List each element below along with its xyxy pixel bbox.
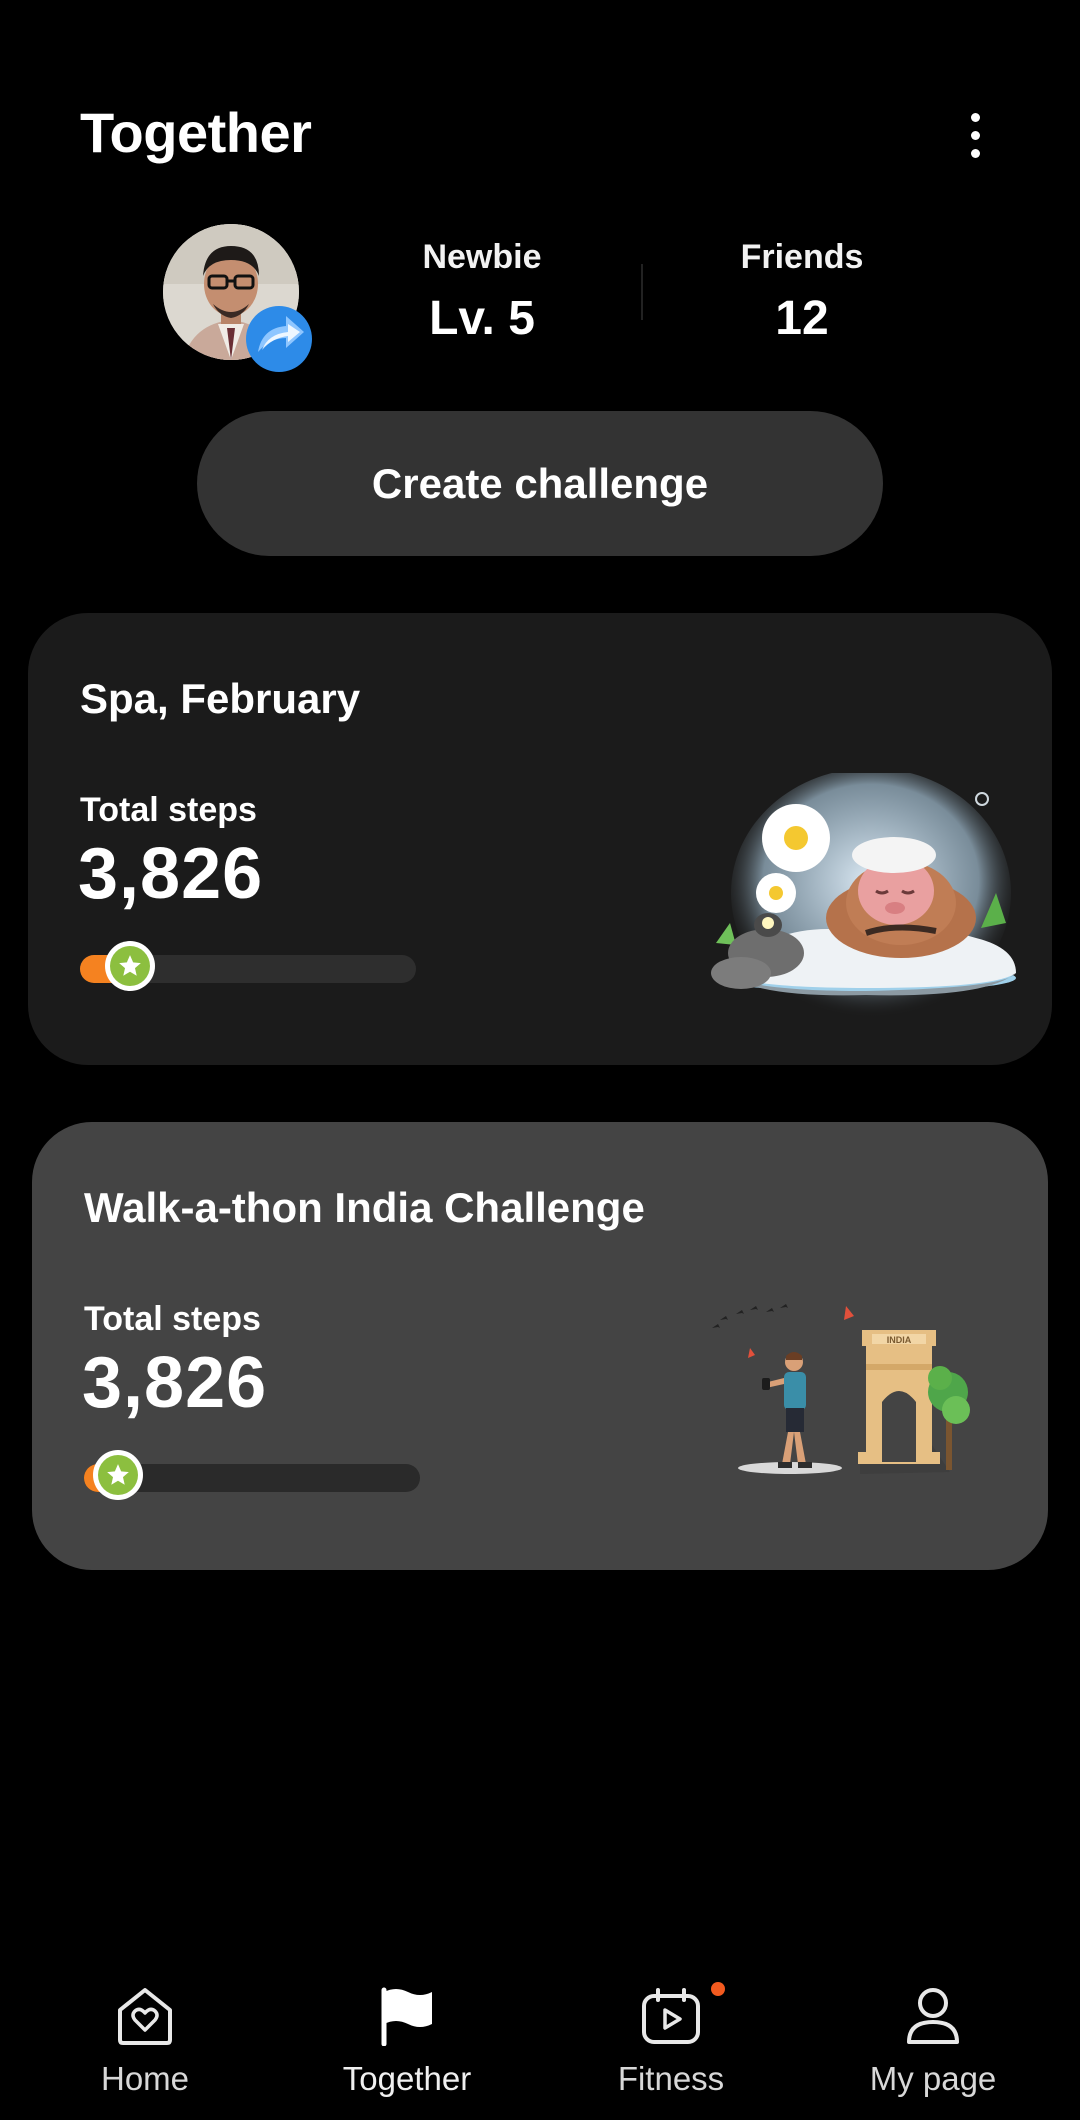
bottom-navigation: Home Together Fitness My page [0,1960,1080,2120]
friends-stat[interactable]: Friends 12 [682,238,922,346]
total-steps-label: Total steps [80,791,257,829]
spa-monkey-illustration [696,768,1036,1033]
star-icon [105,941,155,991]
challenge-title: Walk-a-thon India Challenge [84,1184,645,1231]
india-gate-label: INDIA [887,1335,912,1345]
nav-item-fitness[interactable]: Fitness [551,1980,791,2100]
share-arrow-icon[interactable] [244,304,314,374]
progress-bar [80,941,416,991]
create-challenge-button[interactable]: Create challenge [197,411,883,556]
nav-label-together: Together [342,2060,472,2097]
level-label: Newbie [422,238,542,276]
friends-label: Friends [740,238,864,276]
challenge-title: Spa, February [80,675,361,722]
fitness-play-icon [642,1988,700,2044]
total-steps-value: 3,826 [78,834,264,914]
nav-item-together[interactable]: Together [287,1980,527,2100]
india-gate-illustration: INDIA [690,1292,1010,1492]
nav-item-my-page[interactable]: My page [813,1980,1053,2100]
level-stat: Newbie Lv. 5 [362,238,602,346]
progress-bar [84,1450,420,1500]
nav-label-fitness: Fitness [617,2060,725,2097]
more-options-button[interactable] [940,105,1010,165]
nav-label-home: Home [100,2060,190,2097]
home-heart-icon [118,1988,172,2045]
challenge-card-spa[interactable]: Spa, February Total steps 3,826 [28,613,1052,1065]
page-title: Together [80,101,312,164]
stat-divider [641,264,643,320]
total-steps-label: Total steps [84,1300,261,1338]
person-icon [907,1988,959,2044]
more-vertical-icon-dot [970,148,980,158]
more-vertical-icon [970,112,980,122]
level-value: Lv. 5 [429,292,535,345]
more-vertical-icon-dot [970,130,980,140]
challenge-card-india[interactable]: Walk-a-thon India Challenge Total steps … [32,1122,1048,1570]
friends-count: 12 [775,292,829,345]
nav-label-my-page: My page [869,2060,997,2097]
total-steps-value: 3,826 [82,1343,268,1423]
star-icon [93,1450,143,1500]
nav-item-home[interactable]: Home [25,1980,265,2100]
notification-badge [711,1982,725,1996]
flag-icon [381,1987,432,2046]
